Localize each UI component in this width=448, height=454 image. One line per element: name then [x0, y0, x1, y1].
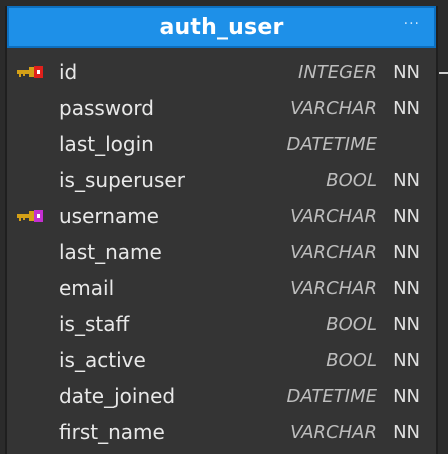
column-row-is-superuser[interactable]: is_superuser BOOL NN — [7, 162, 436, 198]
column-type: INTEGER — [298, 61, 377, 83]
column-not-null: NN — [393, 205, 420, 227]
column-type: BOOL — [326, 349, 377, 371]
column-type: BOOL — [326, 169, 377, 191]
column-not-null: NN — [393, 241, 420, 263]
column-type: DATETIME — [286, 385, 377, 407]
column-name: id — [59, 60, 78, 84]
column-row-first-name[interactable]: first_name VARCHAR NN — [7, 414, 436, 450]
key-slot — [7, 234, 59, 270]
column-not-null: NN — [393, 421, 420, 443]
column-name: last_name — [59, 240, 162, 264]
column-type: BOOL — [326, 313, 377, 335]
column-name: is_superuser — [59, 168, 185, 192]
column-type: DATETIME — [286, 133, 377, 155]
column-row-email[interactable]: email VARCHAR NN — [7, 270, 436, 306]
column-name: is_staff — [59, 312, 130, 336]
key-slot — [7, 306, 59, 342]
column-not-null: NN — [393, 61, 420, 83]
primary-key-icon — [17, 66, 43, 78]
key-slot — [7, 126, 59, 162]
table-menu-icon[interactable]: ··· — [404, 16, 420, 32]
column-name: last_login — [59, 132, 154, 156]
table-title: auth_user — [159, 14, 284, 40]
column-name: is_active — [59, 348, 146, 372]
column-row-date-joined[interactable]: date_joined DATETIME NN — [7, 378, 436, 414]
key-slot — [7, 198, 59, 234]
column-type: VARCHAR — [290, 421, 377, 443]
column-not-null: NN — [393, 169, 420, 191]
column-type: VARCHAR — [290, 277, 377, 299]
column-type: VARCHAR — [290, 205, 377, 227]
key-slot — [7, 414, 59, 450]
table-header[interactable]: auth_user ··· — [7, 6, 436, 48]
relationship-connector[interactable] — [439, 72, 448, 74]
key-slot — [7, 342, 59, 378]
column-row-username[interactable]: username VARCHAR NN — [7, 198, 436, 234]
column-row-password[interactable]: password VARCHAR NN — [7, 90, 436, 126]
diagram-canvas[interactable]: auth_user ··· id INTEGER NN password VARCHAR… — [0, 0, 448, 454]
column-name: date_joined — [59, 384, 176, 408]
unique-key-icon — [17, 210, 43, 222]
column-row-last-name[interactable]: last_name VARCHAR NN — [7, 234, 436, 270]
column-not-null: NN — [393, 97, 420, 119]
column-row-is-staff[interactable]: is_staff BOOL NN — [7, 306, 436, 342]
column-name: username — [59, 204, 159, 228]
column-row-is-active[interactable]: is_active BOOL NN — [7, 342, 436, 378]
column-not-null: NN — [393, 349, 420, 371]
key-slot — [7, 270, 59, 306]
entity-table-card[interactable]: auth_user ··· id INTEGER NN password VARCHAR… — [5, 6, 438, 454]
column-name: first_name — [59, 420, 165, 444]
column-row-id[interactable]: id INTEGER NN — [7, 54, 436, 90]
column-type: VARCHAR — [290, 241, 377, 263]
column-not-null: NN — [393, 313, 420, 335]
key-slot — [7, 162, 59, 198]
column-type: VARCHAR — [290, 97, 377, 119]
column-row-last-login[interactable]: last_login DATETIME — [7, 126, 436, 162]
key-slot — [7, 54, 59, 90]
column-name: password — [59, 96, 154, 120]
column-not-null: NN — [393, 385, 420, 407]
key-slot — [7, 90, 59, 126]
column-list: id INTEGER NN password VARCHAR NN last_login DA… — [7, 48, 436, 450]
column-name: email — [59, 276, 115, 300]
key-slot — [7, 378, 59, 414]
column-not-null: NN — [393, 277, 420, 299]
